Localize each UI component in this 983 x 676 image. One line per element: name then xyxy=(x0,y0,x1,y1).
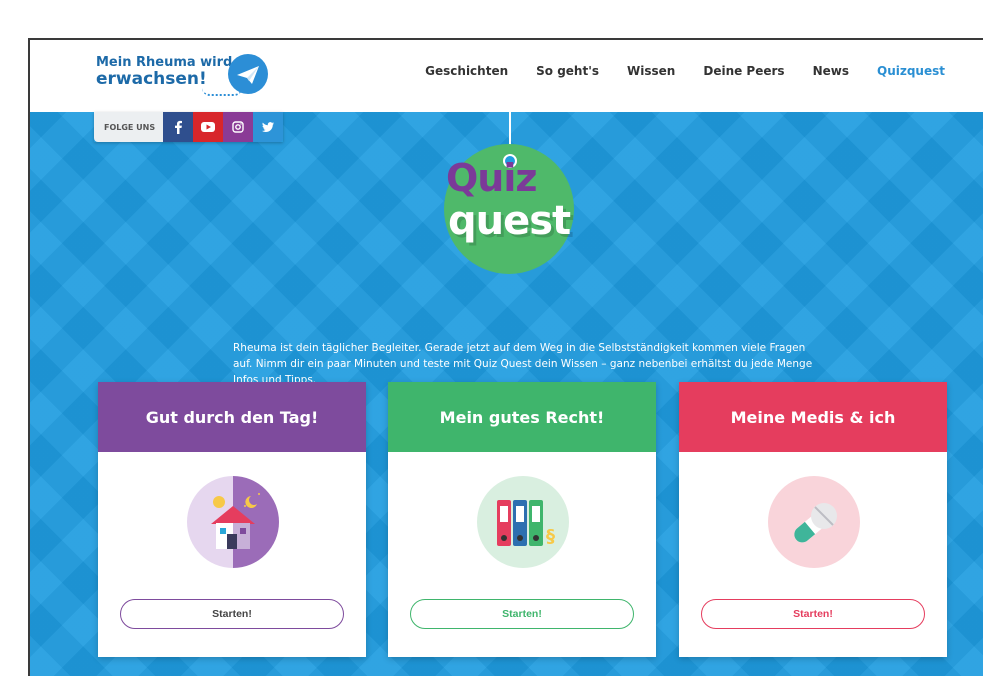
house-day-night-icon xyxy=(187,476,279,568)
quizquest-logo-quiz: Quiz xyxy=(446,156,537,200)
nav-item-wissen[interactable]: Wissen xyxy=(627,64,675,78)
binders-icon: § xyxy=(477,476,569,568)
browser-frame: Mein Rheuma wird erwachsen! Geschichten … xyxy=(28,38,983,676)
card-title: Meine Medis & ich xyxy=(679,382,947,452)
hero-section: FOLGE UNS Quiz quest Rheuma ist dein täg… xyxy=(30,112,983,676)
start-button[interactable]: Starten! xyxy=(701,599,925,629)
site-logo[interactable]: Mein Rheuma wird erwachsen! xyxy=(96,56,232,88)
main-nav: Geschichten So geht's Wissen Deine Peers… xyxy=(425,64,945,78)
svg-text:§: § xyxy=(546,526,555,547)
site-header: Mein Rheuma wird erwachsen! Geschichten … xyxy=(30,40,983,112)
nav-item-deine-peers[interactable]: Deine Peers xyxy=(703,64,784,78)
start-button[interactable]: Starten! xyxy=(120,599,344,629)
card-title: Gut durch den Tag! xyxy=(98,382,366,452)
quizquest-logo-quest: quest xyxy=(448,198,571,244)
nav-item-quizquest[interactable]: Quizquest xyxy=(877,64,945,78)
social-bar: FOLGE UNS xyxy=(94,112,284,142)
quiz-card-tag: Gut durch den Tag! Starten! xyxy=(98,382,366,657)
card-title: Mein gutes Recht! xyxy=(388,382,656,452)
quiz-card-recht: Mein gutes Recht! § Starten! xyxy=(388,382,656,657)
twitter-icon[interactable] xyxy=(253,112,284,142)
logo-line-2: erwachsen! xyxy=(96,69,207,89)
social-label: FOLGE UNS xyxy=(94,112,164,142)
youtube-icon[interactable] xyxy=(193,112,224,142)
facebook-icon[interactable] xyxy=(163,112,194,142)
paper-plane-icon xyxy=(228,54,268,94)
logo-line-1: Mein Rheuma wird xyxy=(96,55,233,70)
start-button[interactable]: Starten! xyxy=(410,599,634,629)
nav-item-geschichten[interactable]: Geschichten xyxy=(425,64,508,78)
intro-text: Rheuma ist dein täglicher Begleiter. Ger… xyxy=(233,342,813,386)
nav-item-so-gehts[interactable]: So geht's xyxy=(536,64,599,78)
quiz-card-medis: Meine Medis & ich Starten! xyxy=(679,382,947,657)
pills-icon xyxy=(768,476,860,568)
instagram-icon[interactable] xyxy=(223,112,254,142)
nav-item-news[interactable]: News xyxy=(813,64,849,78)
